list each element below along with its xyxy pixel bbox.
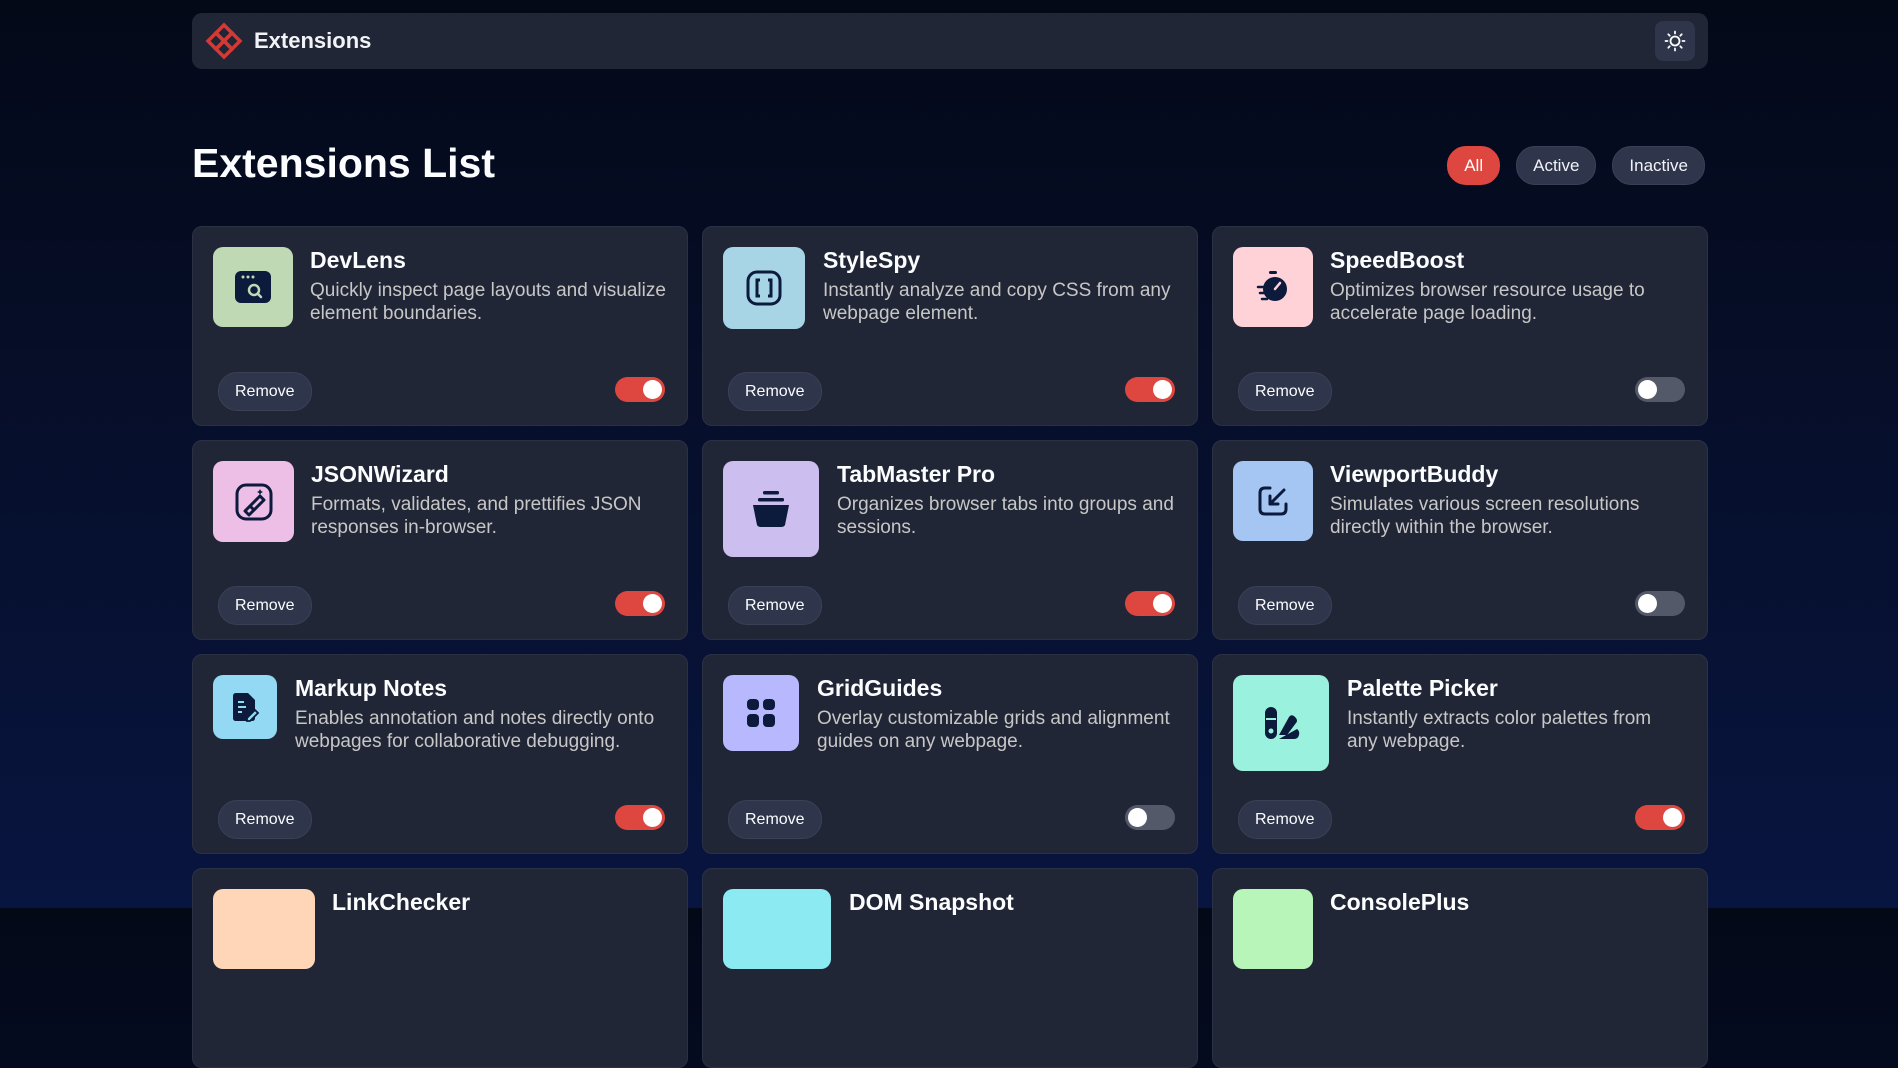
tabmaster-icon: [723, 461, 819, 557]
devlens-icon: [213, 247, 293, 327]
remove-button[interactable]: Remove: [728, 372, 822, 411]
remove-button[interactable]: Remove: [1238, 800, 1332, 839]
extension-description: Simulates various screen resolutions dir…: [1330, 494, 1640, 538]
extension-description: Organizes browser tabs into groups and s…: [837, 494, 1174, 538]
extension-card: DOM Snapshot: [702, 868, 1198, 1068]
brand-title: Extensions: [254, 28, 372, 53]
toggle-knob: [643, 380, 662, 399]
remove-button[interactable]: Remove: [728, 586, 822, 625]
consoleplus-icon: [1233, 889, 1313, 969]
extension-card: Markup Notes Enables annotation and note…: [192, 654, 688, 854]
extension-name: Palette Picker: [1347, 675, 1498, 701]
speedboost-icon: [1233, 247, 1313, 327]
linkchecker-icon: [213, 889, 315, 969]
jsonwizard-icon: [213, 461, 294, 542]
extension-name: DevLens: [310, 247, 406, 273]
page-title: Extensions List: [192, 140, 496, 186]
active-toggle[interactable]: [1635, 805, 1685, 830]
extension-description: Instantly analyze and copy CSS from any …: [823, 280, 1171, 324]
filter-inactive[interactable]: Inactive: [1612, 146, 1705, 185]
toggle-knob: [1128, 808, 1147, 827]
top-bar: Extensions: [192, 13, 1708, 69]
active-toggle[interactable]: [1125, 805, 1175, 830]
extension-description: Instantly extracts color palettes from a…: [1347, 708, 1652, 752]
extension-description: Optimizes browser resource usage to acce…: [1330, 280, 1645, 324]
sun-icon: [1664, 30, 1686, 52]
remove-button[interactable]: Remove: [728, 800, 822, 839]
extension-name: StyleSpy: [823, 247, 921, 273]
extension-name: SpeedBoost: [1330, 247, 1465, 273]
toggle-knob: [643, 808, 662, 827]
theme-toggle-button[interactable]: [1655, 21, 1695, 61]
toggle-knob: [1153, 594, 1172, 613]
active-toggle[interactable]: [1125, 377, 1175, 402]
extension-card: TabMaster Pro Organizes browser tabs int…: [702, 440, 1198, 640]
extension-name: GridGuides: [817, 675, 943, 701]
toggle-knob: [1153, 380, 1172, 399]
extension-name: Markup Notes: [295, 675, 448, 701]
remove-button[interactable]: Remove: [218, 800, 312, 839]
domsnapshot-icon: [723, 889, 831, 969]
active-toggle[interactable]: [1635, 591, 1685, 616]
active-toggle[interactable]: [1635, 377, 1685, 402]
extension-description: Enables annotation and notes directly on…: [295, 708, 655, 752]
remove-button[interactable]: Remove: [1238, 372, 1332, 411]
extension-name: TabMaster Pro: [837, 461, 996, 487]
extension-card: GridGuides Overlay customizable grids an…: [702, 654, 1198, 854]
remove-button[interactable]: Remove: [218, 372, 312, 411]
active-toggle[interactable]: [615, 591, 665, 616]
extension-description: Overlay customizable grids and alignment…: [817, 708, 1170, 752]
palettepicker-icon: [1233, 675, 1329, 771]
filter-all[interactable]: All: [1447, 146, 1501, 185]
extension-description: Quickly inspect page layouts and visuali…: [310, 280, 666, 324]
viewportbuddy-icon: [1233, 461, 1313, 541]
extension-name: ViewportBuddy: [1330, 461, 1499, 487]
extension-name: ConsolePlus: [1330, 889, 1470, 915]
extension-card: ConsolePlus: [1212, 868, 1708, 1068]
extension-name: LinkChecker: [332, 889, 471, 915]
toggle-knob: [643, 594, 662, 613]
toggle-knob: [1663, 808, 1682, 827]
extension-card: StyleSpy Instantly analyze and copy CSS …: [702, 226, 1198, 426]
extension-card: SpeedBoost Optimizes browser resource us…: [1212, 226, 1708, 426]
extension-name: DOM Snapshot: [849, 889, 1014, 915]
active-toggle[interactable]: [615, 377, 665, 402]
extension-name: JSONWizard: [311, 461, 449, 487]
filter-active[interactable]: Active: [1516, 146, 1597, 185]
toggle-knob: [1638, 594, 1657, 613]
extension-card: ViewportBuddy Simulates various screen r…: [1212, 440, 1708, 640]
logo-icon: [205, 22, 243, 60]
extension-card: Palette Picker Instantly extracts color …: [1212, 654, 1708, 854]
gridguides-icon: [723, 675, 799, 751]
active-toggle[interactable]: [1125, 591, 1175, 616]
stylespy-icon: [723, 247, 805, 329]
markupnotes-icon: [213, 675, 277, 739]
extension-card: LinkChecker: [192, 868, 688, 1068]
active-toggle[interactable]: [615, 805, 665, 830]
extension-card: DevLens Quickly inspect page layouts and…: [192, 226, 688, 426]
remove-button[interactable]: Remove: [218, 586, 312, 625]
filter-group: All Active Inactive: [1447, 146, 1705, 185]
remove-button[interactable]: Remove: [1238, 586, 1332, 625]
extension-card: JSONWizard Formats, validates, and prett…: [192, 440, 688, 640]
toggle-knob: [1638, 380, 1657, 399]
extension-description: Formats, validates, and prettifies JSON …: [311, 494, 642, 538]
